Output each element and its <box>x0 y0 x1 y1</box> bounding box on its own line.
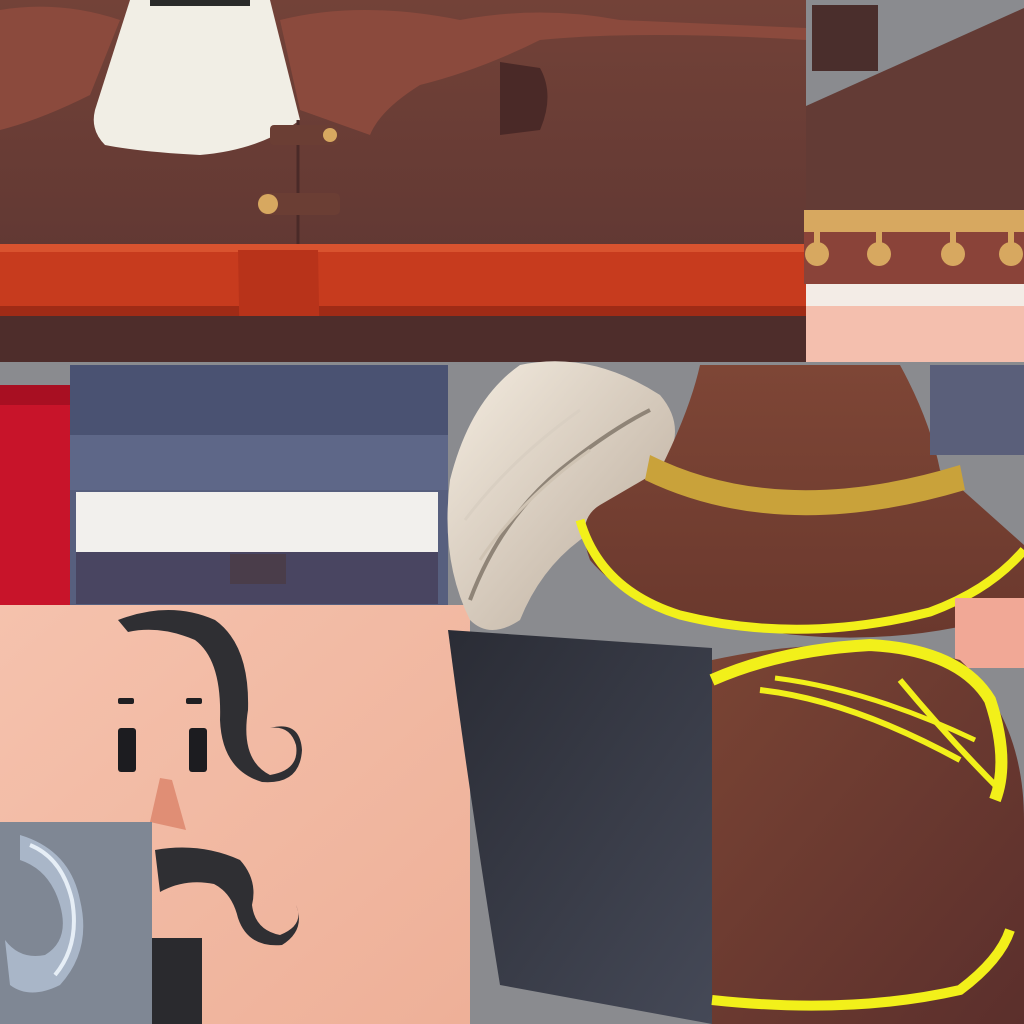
texture-atlas <box>0 0 1024 1024</box>
eye-left <box>118 728 136 772</box>
trim-red-band <box>804 232 1024 284</box>
button-upper-icon <box>323 128 337 142</box>
eyebrow-left <box>118 698 134 704</box>
gold-trim-bar <box>804 210 1024 232</box>
trim-skin-band <box>806 306 1024 362</box>
epaulette <box>712 645 1024 1024</box>
navy-mid <box>70 435 448 490</box>
navy-swatch <box>930 365 1024 455</box>
white-collar <box>93 0 300 155</box>
eyebrow-right <box>186 698 202 704</box>
trim-white-stripe <box>806 284 1024 306</box>
tab-notch <box>230 554 286 584</box>
white-trim <box>76 492 438 556</box>
belt-shadow <box>0 306 806 316</box>
red-cloth-shade <box>0 385 76 405</box>
coat-pocket <box>500 62 548 135</box>
navy-top <box>70 365 448 435</box>
tassel-icon <box>999 242 1023 266</box>
coat-hem <box>0 316 806 362</box>
eye-right <box>189 728 207 772</box>
coat-front-region <box>0 0 806 362</box>
belt <box>0 244 806 316</box>
tassel-icon <box>805 242 829 266</box>
steel-hook-region <box>0 822 152 1024</box>
tassel-icon <box>941 242 965 266</box>
chin-shadow <box>150 938 202 1024</box>
collar-tie <box>150 0 250 6</box>
button-lower-icon <box>258 194 278 214</box>
red-cloth <box>0 385 76 605</box>
skin-swatch <box>955 598 1024 668</box>
shoulder-rope-region <box>709 638 1024 1024</box>
atlas-canvas <box>0 0 1024 1024</box>
cuff-trim-region <box>804 0 1024 362</box>
navy-band-region <box>70 365 448 605</box>
tassel-icon <box>867 242 891 266</box>
belt-highlight <box>0 244 806 252</box>
dark-patch <box>812 5 878 71</box>
